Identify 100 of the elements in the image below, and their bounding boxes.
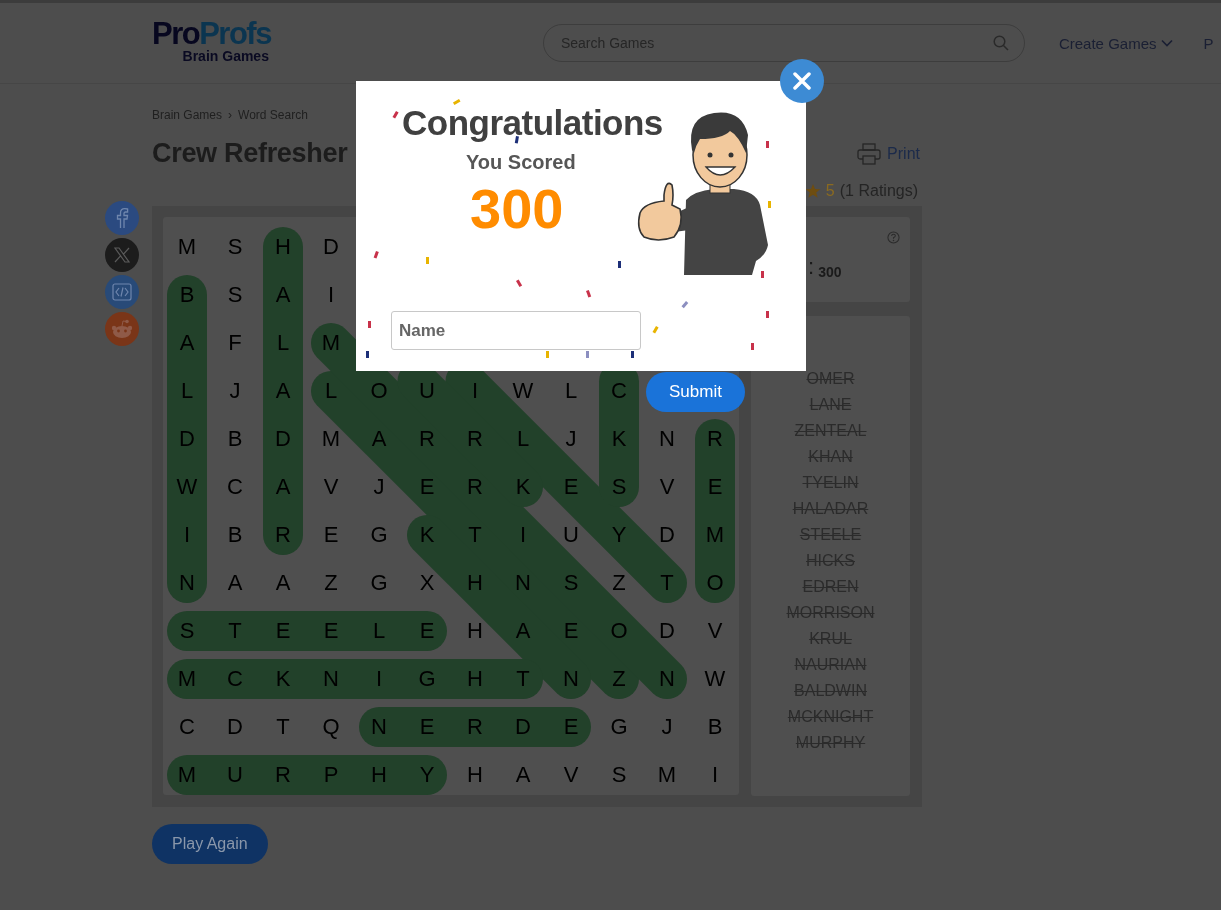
grid-letter[interactable]: T bbox=[259, 703, 307, 751]
search-icon[interactable] bbox=[992, 35, 1009, 51]
grid-letter[interactable]: D bbox=[211, 703, 259, 751]
grid-letter[interactable]: A bbox=[259, 463, 307, 511]
grid-letter[interactable]: K bbox=[403, 511, 451, 559]
grid-letter[interactable]: E bbox=[547, 703, 595, 751]
grid-letter[interactable]: N bbox=[499, 559, 547, 607]
logo-wordmark[interactable]: ProProfs bbox=[152, 19, 271, 49]
grid-letter[interactable]: C bbox=[211, 655, 259, 703]
grid-letter[interactable]: H bbox=[451, 559, 499, 607]
grid-letter[interactable]: I bbox=[307, 271, 355, 319]
grid-letter[interactable]: Z bbox=[595, 655, 643, 703]
grid-letter[interactable]: D bbox=[499, 703, 547, 751]
grid-letter[interactable]: R bbox=[691, 415, 739, 463]
printer-icon[interactable] bbox=[857, 142, 882, 165]
grid-letter[interactable]: M bbox=[643, 751, 691, 799]
grid-letter[interactable]: R bbox=[259, 511, 307, 559]
grid-letter[interactable]: B bbox=[211, 511, 259, 559]
grid-letter[interactable]: M bbox=[163, 655, 211, 703]
grid-letter[interactable]: M bbox=[307, 415, 355, 463]
grid-letter[interactable]: T bbox=[451, 511, 499, 559]
grid-letter[interactable]: L bbox=[499, 415, 547, 463]
grid-letter[interactable]: L bbox=[259, 319, 307, 367]
grid-letter[interactable]: J bbox=[355, 463, 403, 511]
grid-letter[interactable]: C bbox=[163, 703, 211, 751]
grid-letter[interactable]: W bbox=[499, 367, 547, 415]
grid-letter[interactable]: Z bbox=[595, 559, 643, 607]
grid-letter[interactable]: T bbox=[211, 607, 259, 655]
grid-letter[interactable]: A bbox=[211, 559, 259, 607]
grid-letter[interactable]: P bbox=[307, 751, 355, 799]
grid-letter[interactable]: M bbox=[307, 319, 355, 367]
facebook-icon[interactable] bbox=[105, 201, 139, 235]
grid-letter[interactable]: I bbox=[451, 367, 499, 415]
grid-letter[interactable]: W bbox=[163, 463, 211, 511]
grid-letter[interactable]: C bbox=[211, 463, 259, 511]
grid-letter[interactable]: A bbox=[355, 415, 403, 463]
grid-letter[interactable]: U bbox=[547, 511, 595, 559]
chevron-down-icon[interactable] bbox=[1161, 39, 1174, 47]
grid-letter[interactable]: W bbox=[691, 655, 739, 703]
grid-letter[interactable]: H bbox=[259, 223, 307, 271]
grid-letter[interactable]: I bbox=[355, 655, 403, 703]
grid-letter[interactable]: G bbox=[355, 511, 403, 559]
grid-letter[interactable]: A bbox=[499, 607, 547, 655]
grid-letter[interactable]: E bbox=[307, 607, 355, 655]
grid-letter[interactable]: E bbox=[547, 607, 595, 655]
grid-letter[interactable]: K bbox=[259, 655, 307, 703]
grid-letter[interactable]: X bbox=[403, 559, 451, 607]
grid-letter[interactable]: E bbox=[307, 511, 355, 559]
name-input[interactable]: Name bbox=[391, 311, 641, 350]
grid-letter[interactable]: V bbox=[691, 607, 739, 655]
grid-letter[interactable]: K bbox=[595, 415, 643, 463]
grid-letter[interactable]: O bbox=[595, 607, 643, 655]
grid-letter[interactable]: E bbox=[691, 463, 739, 511]
grid-letter[interactable]: A bbox=[163, 319, 211, 367]
grid-letter[interactable]: L bbox=[163, 367, 211, 415]
grid-letter[interactable]: A bbox=[259, 367, 307, 415]
grid-letter[interactable]: N bbox=[307, 655, 355, 703]
grid-letter[interactable]: C bbox=[595, 367, 643, 415]
grid-letter[interactable]: H bbox=[451, 655, 499, 703]
grid-letter[interactable]: M bbox=[691, 511, 739, 559]
grid-letter[interactable]: K bbox=[499, 463, 547, 511]
grid-letter[interactable]: A bbox=[259, 559, 307, 607]
grid-letter[interactable]: U bbox=[211, 751, 259, 799]
grid-letter[interactable]: O bbox=[691, 559, 739, 607]
grid-letter[interactable]: M bbox=[163, 223, 211, 271]
grid-letter[interactable]: A bbox=[499, 751, 547, 799]
grid-letter[interactable]: D bbox=[163, 415, 211, 463]
grid-letter[interactable]: O bbox=[355, 367, 403, 415]
grid-letter[interactable]: T bbox=[643, 559, 691, 607]
grid-letter[interactable]: A bbox=[259, 271, 307, 319]
grid-letter[interactable]: B bbox=[211, 415, 259, 463]
grid-letter[interactable]: I bbox=[691, 751, 739, 799]
play-again-button[interactable]: Play Again bbox=[152, 824, 268, 864]
submit-button[interactable]: Submit bbox=[646, 372, 745, 412]
grid-letter[interactable]: V bbox=[547, 751, 595, 799]
grid-letter[interactable]: S bbox=[595, 463, 643, 511]
grid-letter[interactable]: V bbox=[307, 463, 355, 511]
grid-letter[interactable]: D bbox=[307, 223, 355, 271]
grid-letter[interactable]: H bbox=[355, 751, 403, 799]
grid-letter[interactable]: D bbox=[643, 607, 691, 655]
grid-letter[interactable]: H bbox=[451, 607, 499, 655]
grid-letter[interactable]: J bbox=[643, 703, 691, 751]
grid-letter[interactable]: V bbox=[643, 463, 691, 511]
grid-letter[interactable]: N bbox=[163, 559, 211, 607]
help-icon[interactable] bbox=[887, 231, 900, 244]
grid-letter[interactable]: R bbox=[451, 703, 499, 751]
grid-letter[interactable]: N bbox=[643, 655, 691, 703]
grid-letter[interactable]: Y bbox=[403, 751, 451, 799]
grid-letter[interactable]: R bbox=[451, 463, 499, 511]
grid-letter[interactable]: H bbox=[451, 751, 499, 799]
grid-letter[interactable]: E bbox=[403, 607, 451, 655]
grid-letter[interactable]: Y bbox=[595, 511, 643, 559]
grid-letter[interactable]: G bbox=[403, 655, 451, 703]
grid-letter[interactable]: L bbox=[307, 367, 355, 415]
grid-letter[interactable]: N bbox=[547, 655, 595, 703]
grid-letter[interactable]: S bbox=[211, 223, 259, 271]
grid-letter[interactable]: N bbox=[355, 703, 403, 751]
grid-letter[interactable]: S bbox=[163, 607, 211, 655]
grid-letter[interactable]: L bbox=[355, 607, 403, 655]
grid-letter[interactable]: Z bbox=[307, 559, 355, 607]
